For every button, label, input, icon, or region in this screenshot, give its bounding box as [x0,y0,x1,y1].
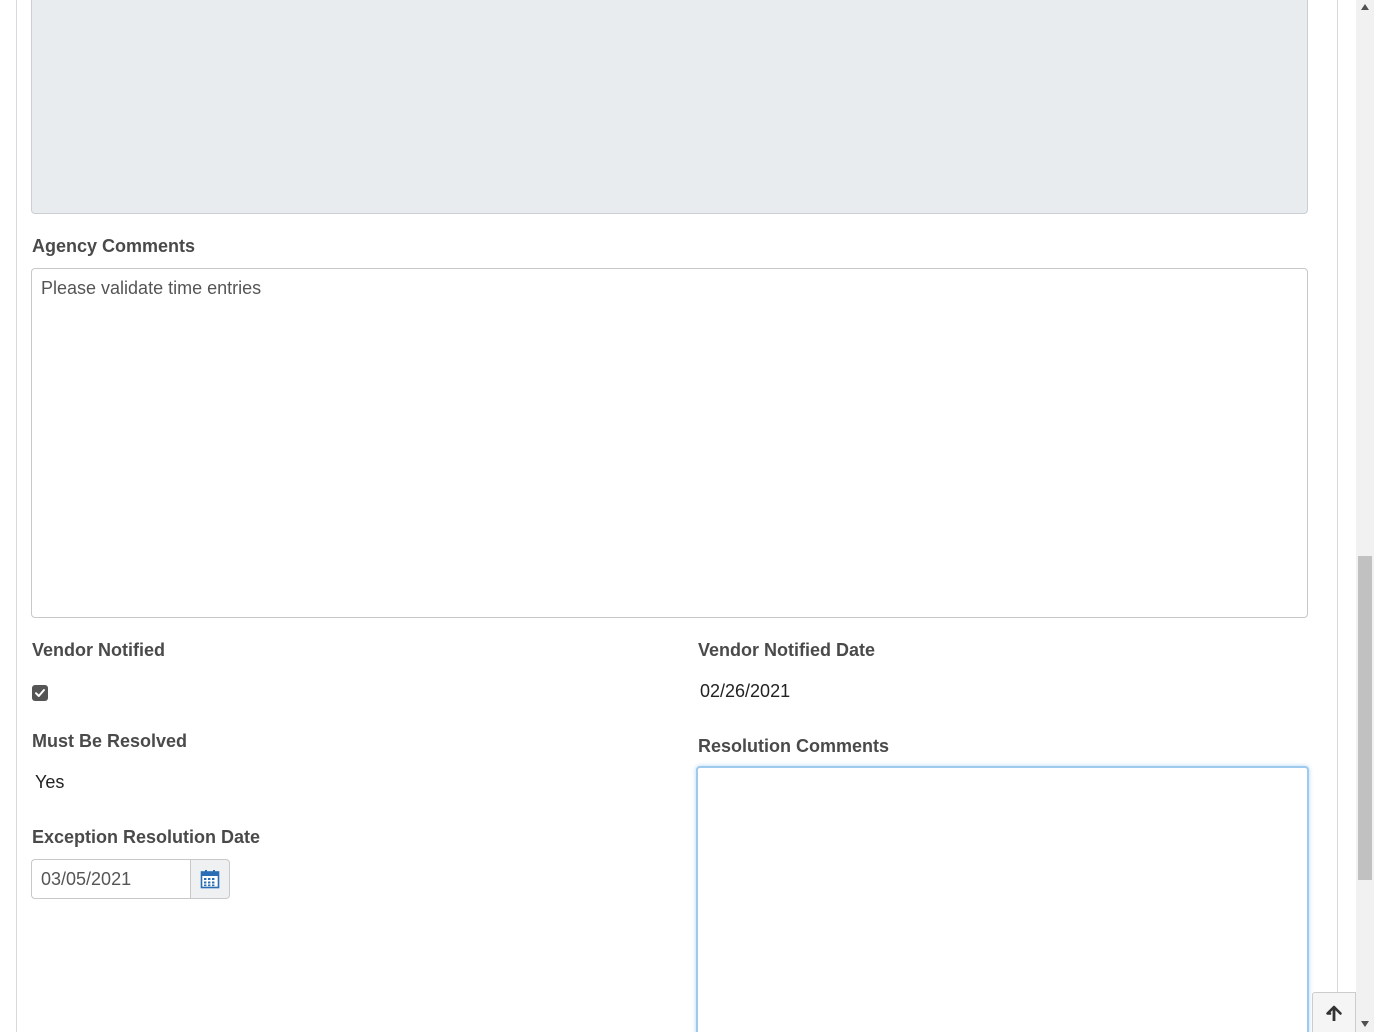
vendor-notified-date-value: 02/26/2021 [700,681,791,701]
back-to-top-button[interactable] [1312,992,1356,1032]
agency-comments-label: Agency Comments [32,236,196,256]
arrow-up-icon [1326,1005,1342,1021]
resolution-comments-label: Resolution Comments [698,736,890,756]
checkmark-icon [35,689,45,697]
vertical-scrollbar[interactable] [1356,0,1374,1032]
calendar-button[interactable] [190,859,230,899]
vendor-notified-date-label: Vendor Notified Date [698,640,876,660]
must-be-resolved-value: Yes [35,772,65,792]
triangle-down-icon [1361,1021,1369,1027]
must-be-resolved-label: Must Be Resolved [32,731,188,751]
scroll-down-arrow[interactable] [1356,1017,1374,1031]
triangle-up-icon [1361,4,1369,10]
vendor-notified-checkbox[interactable] [32,685,48,701]
readonly-textarea [31,0,1308,214]
vendor-notified-label: Vendor Notified [32,640,166,660]
resolution-comments-field[interactable] [696,766,1309,1032]
scroll-thumb[interactable] [1358,556,1372,880]
scroll-up-arrow[interactable] [1356,0,1374,14]
calendar-icon [200,870,220,889]
exception-resolution-date-label: Exception Resolution Date [32,827,261,847]
agency-comments-field[interactable]: Please validate time entries [31,268,1308,618]
form-page: Agency Comments Please validate time ent… [0,0,1374,1032]
exception-resolution-date-input[interactable] [31,859,191,899]
